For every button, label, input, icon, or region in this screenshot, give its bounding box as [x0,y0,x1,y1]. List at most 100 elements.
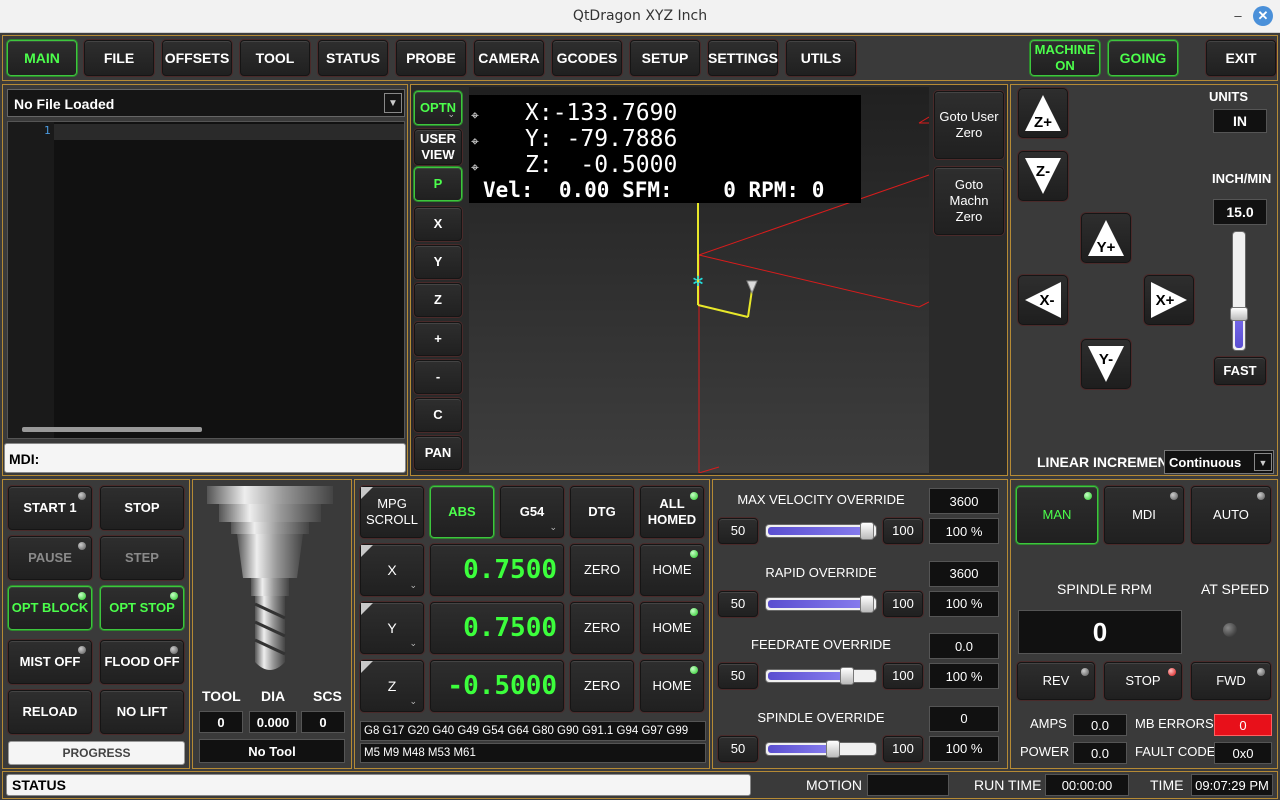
zero-z-button[interactable]: ZERO [570,660,634,712]
spindle-rev-button[interactable]: REV [1017,662,1095,700]
tab-gcodes[interactable]: GCODES [552,40,622,76]
all-homed-button[interactable]: ALL HOMED [640,486,704,538]
tab-camera[interactable]: CAMERA [474,40,544,76]
jog-z-minus-button[interactable]: Z- [1018,151,1068,201]
dro-overlay-z: Z: -0.5000 [525,152,678,178]
override-slider[interactable] [765,522,877,540]
tab-probe[interactable]: PROBE [396,40,466,76]
flood-button[interactable]: FLOOD OFF [100,640,184,684]
tab-offsets[interactable]: OFFSETS [162,40,232,76]
jog-y-plus-button[interactable]: Y+ [1081,213,1131,263]
override-min-button[interactable]: 50 [718,590,758,617]
start-button[interactable]: START 1 [8,486,92,530]
pause-button[interactable]: PAUSE [8,536,92,580]
override-max-button[interactable]: 100 [883,518,923,544]
exit-button[interactable]: EXIT [1206,40,1276,76]
jog-x-plus-button[interactable]: X+ [1144,275,1194,325]
abs-button[interactable]: ABS [430,486,494,538]
dtg-button[interactable]: DTG [570,486,634,538]
spindle-stop-button[interactable]: STOP [1104,662,1182,700]
horizontal-scrollbar[interactable] [22,427,202,432]
opt-block-button[interactable]: OPT BLOCK [8,586,92,630]
optn-button[interactable]: OPTN ⌄ [414,91,462,125]
axis-x-button[interactable]: X ⌄ [360,544,424,596]
override-min-button[interactable]: 50 [718,735,758,762]
tool-dia-value: 0.000 [249,711,297,733]
tab-main[interactable]: MAIN [7,40,77,76]
goto-user-zero-button[interactable]: Goto User Zero [934,91,1004,159]
no-lift-button[interactable]: NO LIFT [100,690,184,734]
view-x-button[interactable]: X [414,207,462,241]
override-max-button[interactable]: 100 [883,663,923,689]
mode-mdi-button[interactable]: MDI [1104,486,1184,544]
wcs-button[interactable]: G54 ⌄ [500,486,564,538]
gcode-editor[interactable]: 1 [7,121,405,439]
zoom-in-button[interactable]: + [414,322,462,356]
zoom-out-button[interactable]: - [414,360,462,394]
mpg-scroll-button[interactable]: MPG SCROLL [360,486,424,538]
home-x-button[interactable]: HOME [640,544,704,596]
machine-on-button[interactable]: MACHINE ON [1030,40,1100,76]
clear-button[interactable]: C [414,398,462,432]
reload-button[interactable]: RELOAD [8,690,92,734]
jog-y-minus-button[interactable]: Y- [1081,339,1131,389]
jog-x-minus-button[interactable]: X- [1018,275,1068,325]
mode-manual-button[interactable]: MAN [1016,486,1098,544]
tab-setup[interactable]: SETUP [630,40,700,76]
spindle-fwd-button[interactable]: FWD [1191,662,1271,700]
tool-number-value: 0 [199,711,243,733]
override-slider[interactable] [765,594,877,613]
pan-button[interactable]: PAN [414,436,462,470]
linear-increment-select[interactable]: Continuous ▼ [1164,450,1274,474]
zero-y-button[interactable]: ZERO [570,602,634,654]
step-button[interactable]: STEP [100,536,184,580]
axis-y-button[interactable]: Y ⌄ [360,602,424,654]
chevron-down-icon[interactable]: ▼ [384,93,402,113]
tool-name: No Tool [199,739,345,763]
axis-z-button[interactable]: Z ⌄ [360,660,424,712]
goto-machine-zero-button[interactable]: Goto Machn Zero [934,167,1004,235]
tab-file[interactable]: FILE [84,40,154,76]
flood-led [170,646,178,654]
override-slider-handle[interactable] [860,522,874,540]
close-window-button[interactable]: ✕ [1253,6,1273,26]
units-value: IN [1213,109,1267,133]
override-slider-handle[interactable] [860,594,874,613]
jog-rate-slider[interactable] [1230,231,1248,351]
opt-stop-button[interactable]: OPT STOP [100,586,184,630]
mode-auto-button[interactable]: AUTO [1191,486,1271,544]
override-slider-handle[interactable] [840,667,854,685]
override-slider-handle[interactable] [826,739,840,758]
override-slider[interactable] [765,739,877,758]
home-y-button[interactable]: HOME [640,602,704,654]
minimize-button[interactable]: – [1228,6,1248,26]
file-selector[interactable]: No File Loaded ▼ [7,89,405,117]
window-titlebar: QtDragon XYZ Inch – ✕ [0,0,1280,33]
home-z-button[interactable]: HOME [640,660,704,712]
fast-button[interactable]: FAST [1214,357,1266,385]
going-button[interactable]: GOING [1108,40,1178,76]
view-p-button[interactable]: P [414,167,462,201]
chevron-down-icon[interactable]: ▼ [1254,453,1272,471]
override-slider[interactable] [765,667,877,685]
svg-text:Y-: Y- [1099,351,1113,368]
override-min-button[interactable]: 50 [718,663,758,689]
tab-status[interactable]: STATUS [318,40,388,76]
override-min-button[interactable]: 50 [718,518,758,544]
backplot-viewport[interactable]: ✲ ⌖ ⌖ ⌖ X:-133.7690 Y: -79.7886 Z: -0.5000… [469,87,929,473]
tab-settings[interactable]: SETTINGS [708,40,778,76]
user-view-button[interactable]: USER VIEW ⌄ [414,129,462,165]
view-y-button[interactable]: Y [414,245,462,279]
override-max-button[interactable]: 100 [883,735,923,762]
mdi-input[interactable]: MDI: [4,443,406,473]
zero-x-button[interactable]: ZERO [570,544,634,596]
mist-button[interactable]: MIST OFF [8,640,92,684]
stop-button[interactable]: STOP [100,486,184,530]
jog-z-plus-button[interactable]: Z+ [1018,88,1068,138]
tab-utils[interactable]: UTILS [786,40,856,76]
tab-tool[interactable]: TOOL [240,40,310,76]
jog-rate-handle[interactable] [1230,307,1248,321]
view-z-button[interactable]: Z [414,283,462,317]
home-y-label: HOME [652,620,692,635]
override-max-button[interactable]: 100 [883,590,923,617]
